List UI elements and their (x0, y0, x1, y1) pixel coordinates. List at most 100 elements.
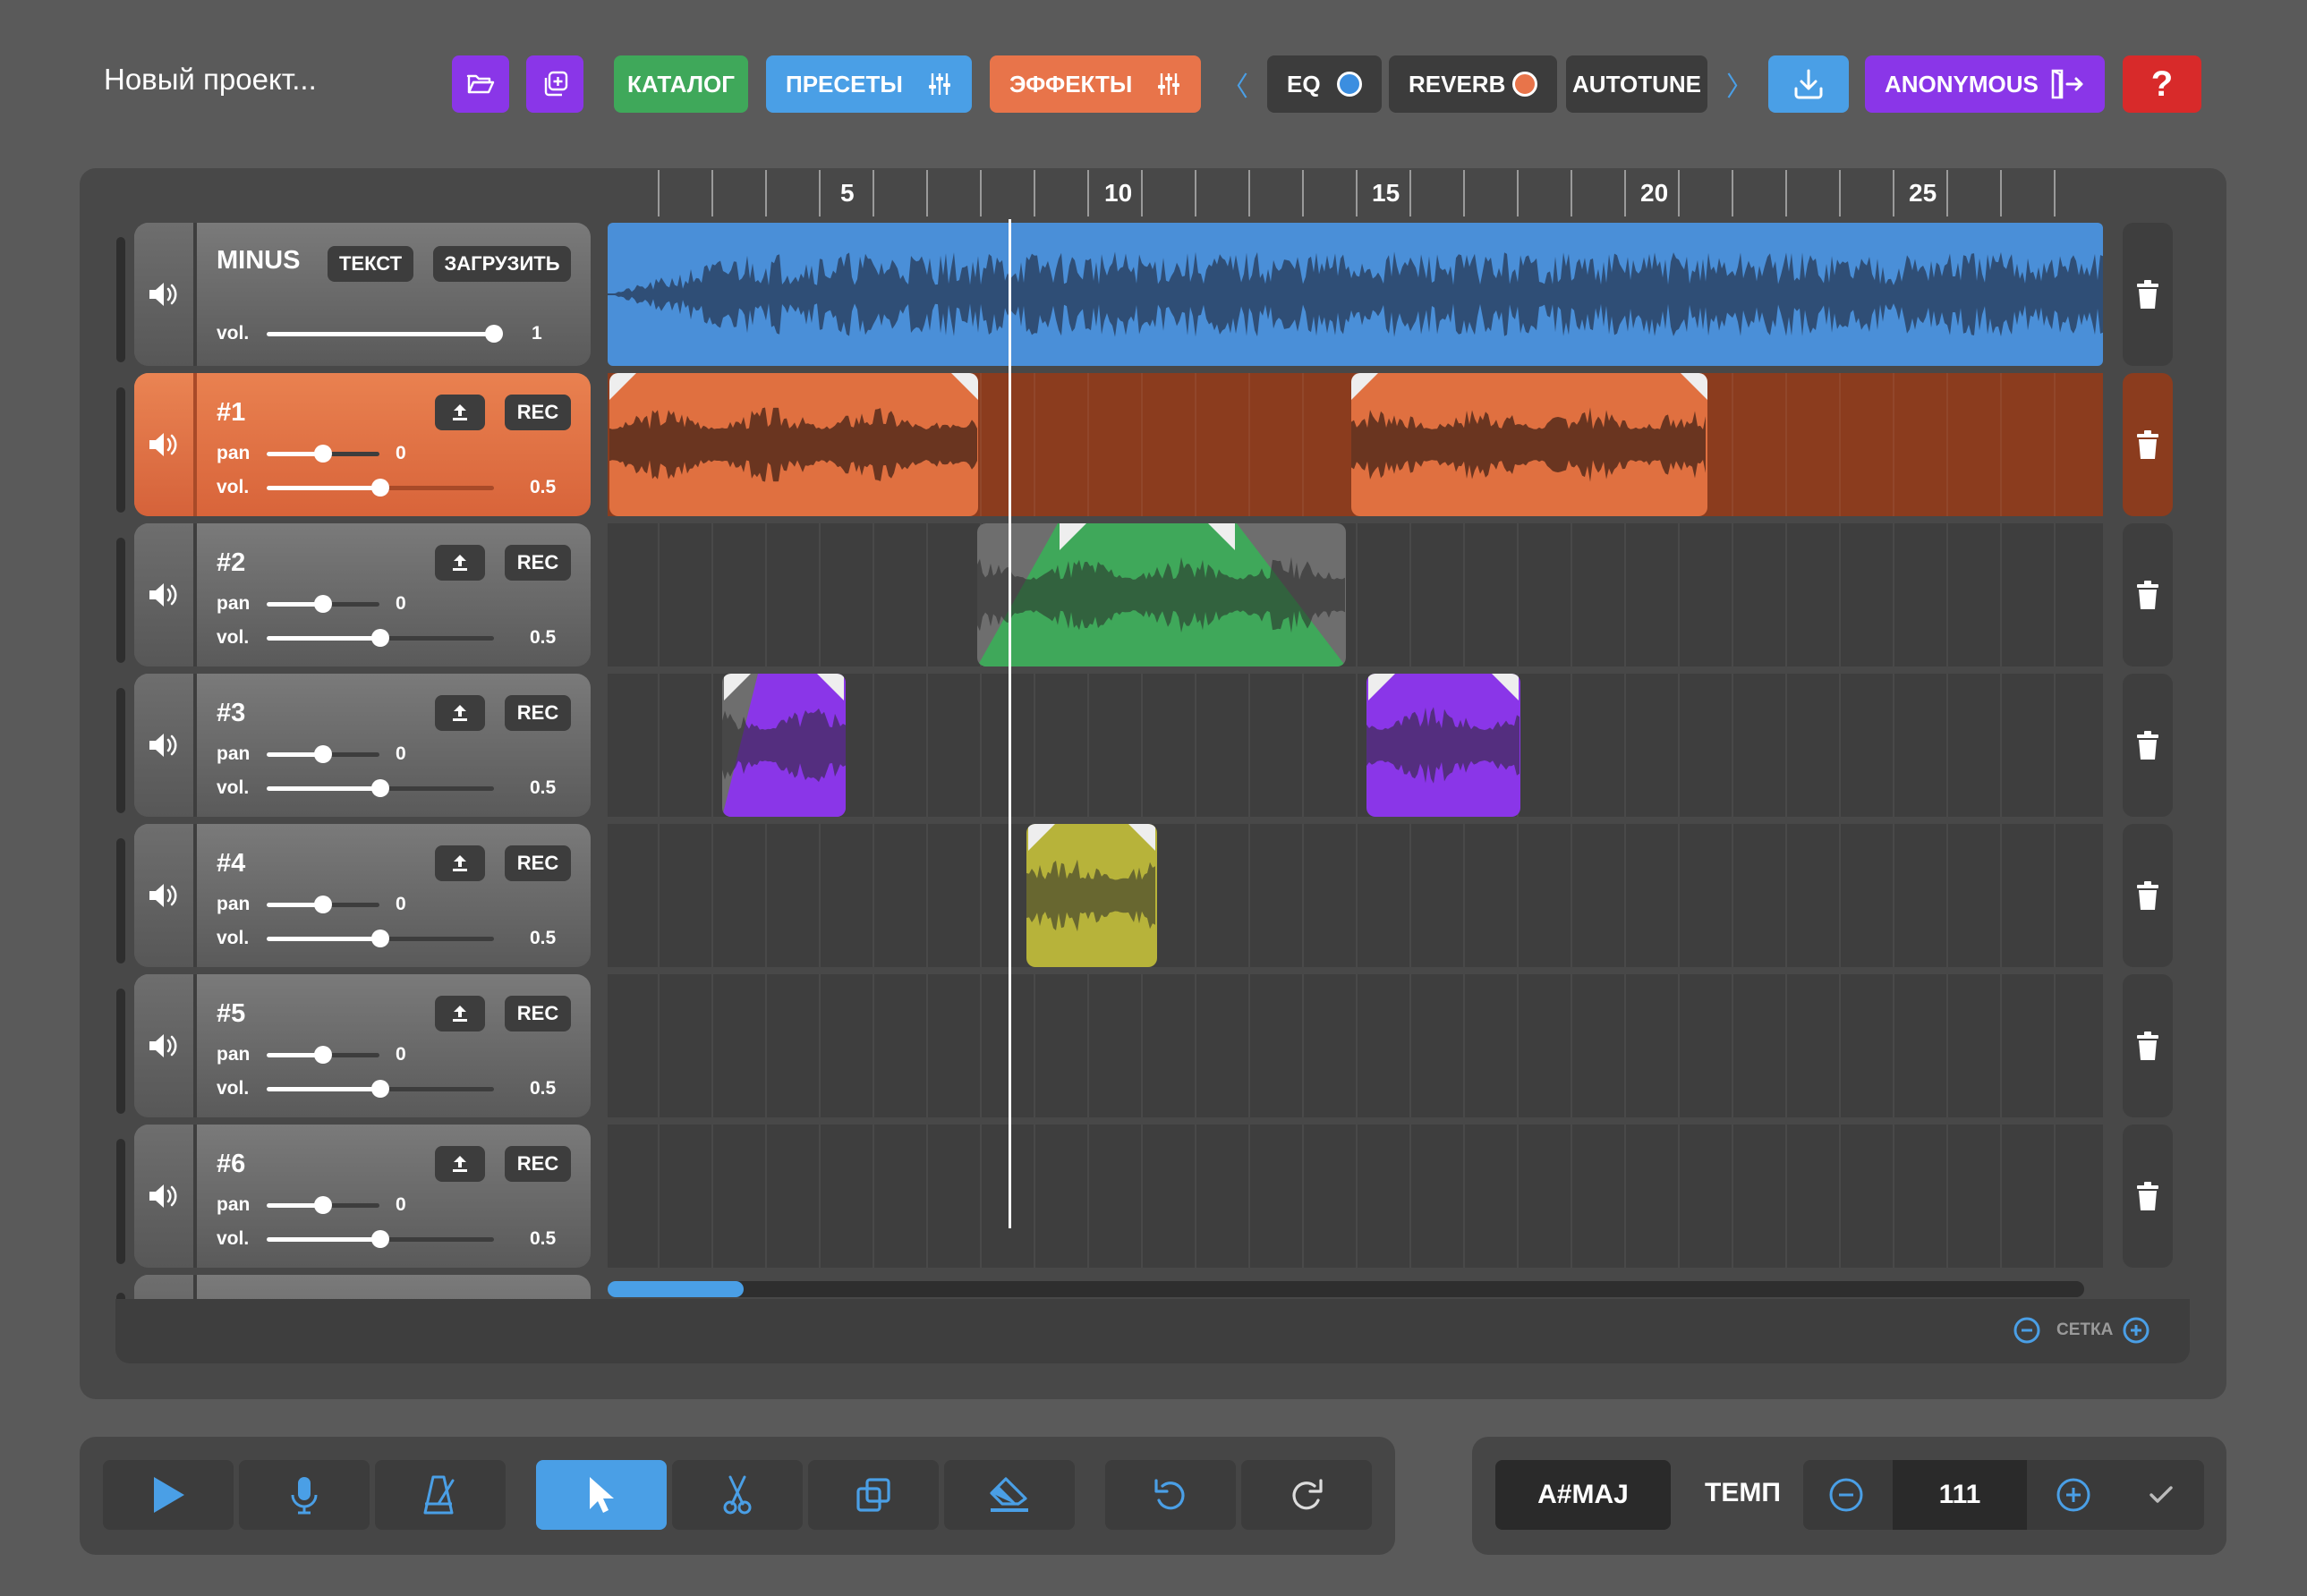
autotune-toggle[interactable]: AUTOTUNE (1566, 55, 1707, 113)
slider-knob[interactable] (371, 1080, 389, 1098)
open-project-button[interactable] (452, 55, 509, 113)
pan-slider[interactable] (267, 1196, 379, 1214)
clip-fade-handles[interactable] (1366, 674, 1520, 817)
volume-slider[interactable] (267, 325, 503, 343)
presets-button[interactable]: ПРЕСЕТЫ (766, 55, 972, 113)
erase-tool-button[interactable] (944, 1460, 1075, 1530)
pan-slider[interactable] (267, 745, 379, 763)
track-drag-handle[interactable] (116, 387, 125, 513)
volume-slider[interactable] (267, 930, 494, 947)
slider-knob[interactable] (314, 595, 332, 613)
tempo-increase-button[interactable] (2030, 1460, 2116, 1530)
delete-track-button[interactable] (2123, 223, 2173, 366)
upload-track-button[interactable] (435, 395, 485, 430)
track-drag-handle[interactable] (116, 989, 125, 1114)
minus-lane[interactable] (608, 223, 2103, 366)
delete-track-button[interactable] (2123, 974, 2173, 1117)
upload-minus-button[interactable]: ЗАГРУЗИТЬ (433, 246, 571, 282)
delete-track-button[interactable] (2123, 674, 2173, 817)
track-drag-handle[interactable] (116, 688, 125, 813)
clip-fade-handles[interactable] (722, 674, 846, 817)
clip-fade-handles[interactable] (1026, 824, 1157, 967)
delete-track-button[interactable] (2123, 373, 2173, 516)
track-lane[interactable] (608, 373, 2103, 516)
upload-track-button[interactable] (435, 695, 485, 731)
help-button[interactable]: ? (2123, 55, 2201, 113)
mute-button[interactable] (134, 1275, 193, 1302)
record-mic-button[interactable] (239, 1460, 370, 1530)
tempo-confirm-button[interactable] (2118, 1460, 2204, 1530)
track-lane[interactable] (608, 523, 2103, 666)
mute-button[interactable] (134, 674, 193, 817)
delete-track-button[interactable] (2123, 1125, 2173, 1268)
volume-slider[interactable] (267, 1230, 494, 1248)
scrollbar-thumb[interactable] (608, 1281, 744, 1297)
volume-slider[interactable] (267, 779, 494, 797)
volume-slider[interactable] (267, 1080, 494, 1098)
tempo-value[interactable]: 111 (1893, 1460, 2027, 1530)
duplicate-project-button[interactable] (526, 55, 583, 113)
record-button[interactable]: REC (505, 996, 571, 1031)
project-title[interactable]: Новый проект... (104, 63, 317, 97)
delete-track-button[interactable] (2123, 824, 2173, 967)
track-lane[interactable] (608, 674, 2103, 817)
slider-knob[interactable] (371, 629, 389, 647)
user-account-button[interactable]: ANONYMOUS (1865, 55, 2105, 113)
audio-clip[interactable] (722, 674, 846, 817)
volume-slider[interactable] (267, 629, 494, 647)
volume-slider[interactable] (267, 479, 494, 497)
playhead[interactable] (1009, 219, 1011, 1228)
upload-track-button[interactable] (435, 545, 485, 581)
delete-track-button[interactable] (2123, 523, 2173, 666)
undo-button[interactable] (1105, 1460, 1236, 1530)
audio-clip[interactable] (1366, 674, 1520, 817)
horizontal-scrollbar[interactable] (608, 1281, 2084, 1297)
track-lane[interactable] (608, 1125, 2103, 1268)
upload-track-button[interactable] (435, 1146, 485, 1182)
cut-tool-button[interactable] (672, 1460, 803, 1530)
mute-button[interactable] (134, 373, 193, 516)
track-drag-handle[interactable] (116, 1139, 125, 1264)
clip-fade-handles[interactable] (977, 523, 1346, 666)
audio-clip[interactable] (1351, 373, 1707, 516)
track-lane[interactable] (608, 974, 2103, 1117)
eq-toggle[interactable]: EQ (1267, 55, 1382, 113)
mute-button[interactable] (134, 1125, 193, 1268)
record-button[interactable]: REC (505, 845, 571, 881)
track-drag-handle[interactable] (116, 237, 125, 362)
reverb-toggle[interactable]: REVERB (1389, 55, 1557, 113)
pan-slider[interactable] (267, 896, 379, 913)
pan-slider[interactable] (267, 595, 379, 613)
slider-knob[interactable] (371, 779, 389, 797)
slider-knob[interactable] (314, 445, 332, 463)
upload-track-button[interactable] (435, 996, 485, 1031)
lyrics-button[interactable]: ТЕКСТ (328, 246, 413, 282)
slider-knob[interactable] (314, 1046, 332, 1064)
mute-button[interactable] (134, 523, 193, 666)
effects-button[interactable]: ЭФФЕКТЫ (990, 55, 1201, 113)
slider-knob[interactable] (314, 745, 332, 763)
timeline-ruler[interactable]: 5 10 15 20 25 (608, 168, 2103, 218)
play-button[interactable] (103, 1460, 234, 1530)
effects-next-button[interactable]: 〉 (1726, 63, 1753, 106)
copy-tool-button[interactable] (808, 1460, 939, 1530)
catalog-button[interactable]: КАТАЛОГ (614, 55, 748, 113)
track-lane[interactable] (608, 824, 2103, 967)
download-button[interactable] (1768, 55, 1849, 113)
audio-clip[interactable] (1026, 824, 1157, 967)
record-button[interactable]: REC (505, 395, 571, 430)
grid-zoom-in-button[interactable] (2121, 1315, 2151, 1346)
clip-fade-handles[interactable] (609, 373, 978, 516)
track-drag-handle[interactable] (116, 538, 125, 663)
mute-button[interactable] (134, 223, 193, 366)
record-button[interactable]: REC (505, 1146, 571, 1182)
record-button[interactable]: REC (505, 695, 571, 731)
metronome-button[interactable] (375, 1460, 506, 1530)
mute-button[interactable] (134, 824, 193, 967)
upload-track-button[interactable] (435, 845, 485, 881)
redo-button[interactable] (1241, 1460, 1372, 1530)
effects-prev-button[interactable]: 〈 (1222, 63, 1248, 106)
mute-button[interactable] (134, 974, 193, 1117)
audio-clip[interactable] (609, 373, 978, 516)
select-tool-button[interactable] (536, 1460, 667, 1530)
